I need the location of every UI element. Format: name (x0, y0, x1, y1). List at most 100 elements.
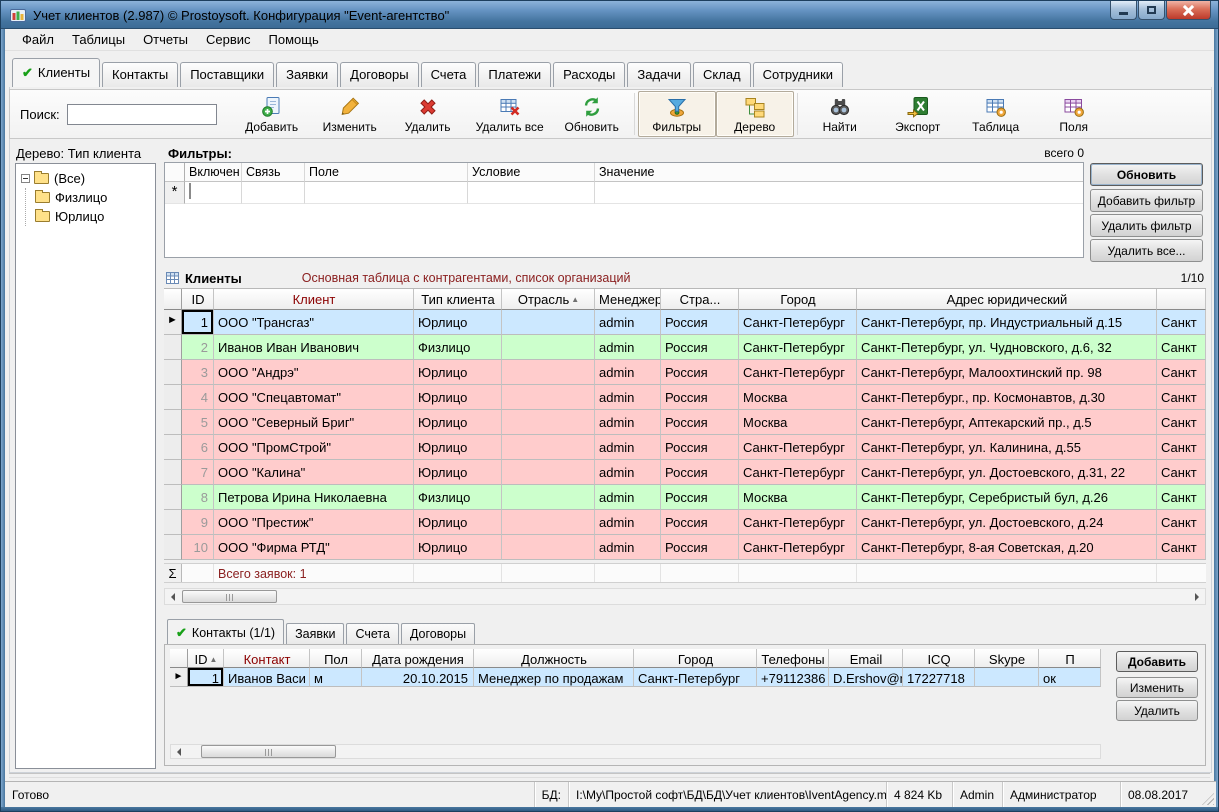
cell[interactable]: ООО "Андрэ" (214, 360, 414, 385)
cell[interactable] (502, 510, 595, 535)
contacts-column-4[interactable]: Должность (474, 649, 634, 668)
cell[interactable]: Менеджер по продажам (474, 668, 634, 687)
cell[interactable] (502, 485, 595, 510)
cell[interactable]: Санкт-Петербург., пр. Космонавтов, д.30 (857, 385, 1157, 410)
cell[interactable]: Санкт (1157, 485, 1206, 510)
filter-column-3[interactable]: Условие (468, 163, 595, 182)
cell[interactable]: 1 (188, 668, 224, 687)
contacts-column-6[interactable]: Телефоны (757, 649, 829, 668)
cell[interactable]: Юрлицо (414, 410, 502, 435)
clients-row-5[interactable]: 5 ООО "Северный Бриг" Юрлицо admin Россия Мос… (164, 410, 1206, 435)
main-tab-6[interactable]: Платежи (478, 62, 552, 87)
cell[interactable]: Санкт-Петербург (739, 535, 857, 560)
cell[interactable]: Юрлицо (414, 460, 502, 485)
contacts-column-7[interactable]: Email (829, 649, 903, 668)
menu-item-1[interactable]: Таблицы (63, 29, 134, 50)
table-button[interactable]: Таблица (957, 91, 1035, 137)
cell[interactable]: Россия (661, 510, 739, 535)
cell[interactable]: Санкт-Петербург, ул. Чудновского, д.6, 3… (857, 335, 1157, 360)
cell[interactable]: Юрлицо (414, 535, 502, 560)
cell[interactable]: admin (595, 335, 661, 360)
contacts-column-8[interactable]: ICQ (903, 649, 975, 668)
clients-row-10[interactable]: 10 ООО "Фирма РТД" Юрлицо admin Россия Санкт-… (164, 535, 1206, 560)
filter-column-4[interactable]: Значение (595, 163, 1083, 182)
cell[interactable] (502, 335, 595, 360)
clients-row-3[interactable]: 3 ООО "Андрэ" Юрлицо admin Россия Санкт-Петер… (164, 360, 1206, 385)
clients-row-1[interactable]: ► 1 ООО "Трансгаз" Юрлицо admin Россия Санкт-П… (164, 310, 1206, 335)
tree-expander-icon[interactable] (21, 174, 30, 183)
cell[interactable]: Москва (739, 410, 857, 435)
tree-node-root[interactable]: (Все) (16, 169, 155, 188)
cell[interactable]: admin (595, 410, 661, 435)
cell[interactable]: Санкт (1157, 335, 1206, 360)
clients-column-3[interactable]: Отрасль ▲ (502, 289, 595, 310)
menu-item-0[interactable]: Файл (13, 29, 63, 50)
main-tab-4[interactable]: Договоры (340, 62, 419, 87)
cell[interactable]: Санкт (1157, 360, 1206, 385)
main-tab-3[interactable]: Заявки (276, 62, 339, 87)
contacts-column-2[interactable]: Пол (310, 649, 362, 668)
cell[interactable]: Санкт-Петербург, ул. Достоевского, д.24 (857, 510, 1157, 535)
cell[interactable]: Юрлицо (414, 385, 502, 410)
cell[interactable]: ООО "Калина" (214, 460, 414, 485)
clients-column-0[interactable]: ID (182, 289, 214, 310)
edit-button[interactable]: Изменить (311, 91, 389, 137)
cell[interactable]: admin (595, 460, 661, 485)
cell[interactable]: Россия (661, 460, 739, 485)
clients-row-9[interactable]: 9 ООО "Престиж" Юрлицо admin Россия Санкт-Пет… (164, 510, 1206, 535)
details-tab-3[interactable]: Договоры (400, 623, 476, 644)
filter-button-3[interactable]: Удалить все... (1090, 239, 1203, 262)
main-tab-10[interactable]: Сотрудники (752, 62, 844, 87)
clients-hscroll-thumb[interactable] (182, 590, 277, 603)
main-tab-1[interactable]: Контакты (102, 62, 179, 87)
cell[interactable]: ок (1039, 668, 1101, 687)
refresh-button[interactable]: Обновить (553, 91, 631, 137)
clients-column-4[interactable]: Менеджер (595, 289, 661, 310)
cell[interactable]: 1 (182, 310, 214, 335)
details-button-2[interactable]: Удалить (1116, 700, 1198, 721)
cell[interactable] (975, 668, 1039, 687)
clients-row-8[interactable]: 8 Петрова Ирина Николаевна Физлицо admin Рос… (164, 485, 1206, 510)
cell[interactable]: Юрлицо (414, 310, 502, 335)
cell[interactable]: admin (595, 535, 661, 560)
cell[interactable]: Юрлицо (414, 510, 502, 535)
main-tab-5[interactable]: Счета (420, 62, 477, 87)
delete-all-button[interactable]: Удалить все (467, 91, 553, 137)
main-tab-2[interactable]: Поставщики (180, 62, 275, 87)
cell[interactable]: 6 (182, 435, 214, 460)
filter-button-0[interactable]: Обновить (1090, 163, 1203, 186)
clients-row-4[interactable]: 4 ООО "Спецавтомат" Юрлицо admin Россия Москв… (164, 385, 1206, 410)
contacts-column-5[interactable]: Город (634, 649, 757, 668)
find-button[interactable]: Найти (801, 91, 879, 137)
cell[interactable]: +79112386 (757, 668, 829, 687)
contacts-column-10[interactable]: П (1039, 649, 1101, 668)
cell[interactable]: 10 (182, 535, 214, 560)
filter-cell-1[interactable] (242, 182, 305, 204)
scroll-left-icon[interactable] (165, 589, 181, 604)
cell[interactable]: 9 (182, 510, 214, 535)
cell[interactable] (502, 410, 595, 435)
splitter[interactable] (9, 773, 1210, 774)
cell[interactable]: Санкт-Петербург (739, 435, 857, 460)
cell[interactable]: Россия (661, 360, 739, 385)
filter-cell-0[interactable] (185, 182, 242, 204)
clients-column-2[interactable]: Тип клиента (414, 289, 502, 310)
cell[interactable]: 5 (182, 410, 214, 435)
cell[interactable]: Физлицо (414, 335, 502, 360)
cell[interactable]: Физлицо (414, 485, 502, 510)
minimize-button[interactable] (1110, 1, 1137, 20)
main-tab-0[interactable]: ✔ Клиенты (12, 58, 101, 87)
add-button[interactable]: Добавить (233, 91, 311, 137)
filter-new-row[interactable]: * (165, 182, 1083, 204)
cell[interactable]: admin (595, 485, 661, 510)
cell[interactable]: D.Ershov@mai (829, 668, 903, 687)
menu-item-3[interactable]: Сервис (197, 29, 260, 50)
clients-row-2[interactable]: 2 Иванов Иван Иванович Физлицо admin Россия С… (164, 335, 1206, 360)
details-button-0[interactable]: Добавить (1116, 651, 1198, 672)
details-tab-2[interactable]: Счета (346, 623, 399, 644)
cell[interactable]: ООО "ПромСтрой" (214, 435, 414, 460)
cell[interactable]: Санкт (1157, 510, 1206, 535)
clients-column-6[interactable]: Город (739, 289, 857, 310)
contacts-column-9[interactable]: Skype (975, 649, 1039, 668)
cell[interactable]: Петрова Ирина Николаевна (214, 485, 414, 510)
